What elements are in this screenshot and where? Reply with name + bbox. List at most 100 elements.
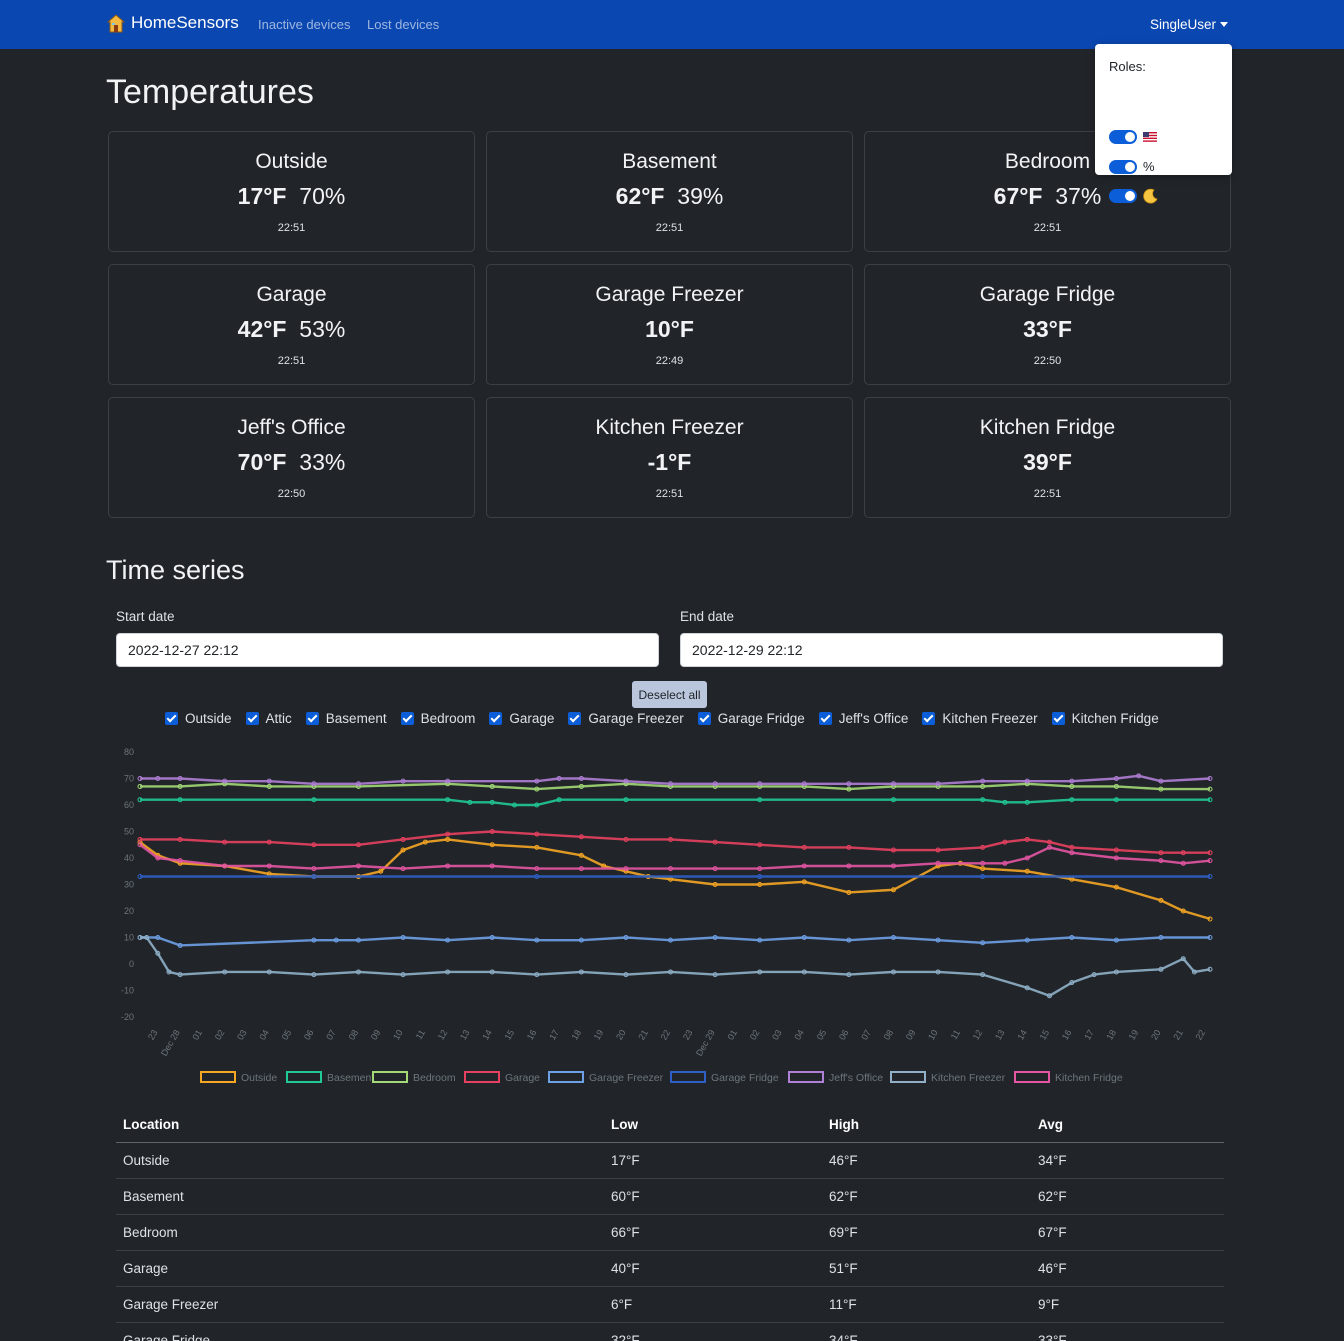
card-name: Jeff's Office — [237, 416, 346, 439]
checkbox-checked-icon[interactable] — [165, 712, 178, 725]
x-tick-label: 16 — [1060, 1028, 1074, 1042]
cell-low: 66°F — [604, 1214, 822, 1251]
sensor-card: Jeff's Office 70°F 33% 22:50 — [108, 397, 475, 518]
card-humidity: 70% — [299, 183, 346, 209]
checkbox-checked-icon[interactable] — [305, 712, 319, 725]
legend-swatch — [464, 1071, 500, 1083]
checkbox-checked-icon[interactable] — [922, 712, 936, 725]
card-name: Garage Fridge — [979, 283, 1116, 306]
cell-location: Garage Freezer — [116, 1286, 604, 1323]
card-temperature: 39°F — [1023, 449, 1072, 475]
checkbox-checked-icon[interactable] — [245, 712, 259, 725]
cell-high: 69°F — [822, 1214, 1031, 1251]
legend-label: Jeff's Office — [829, 1072, 883, 1084]
y-tick-label: 80 — [124, 747, 134, 757]
user-menu-toggle[interactable]: SingleUser — [1150, 17, 1229, 32]
legend-label: Outside — [241, 1072, 277, 1084]
checkbox-bedroom[interactable]: Bedroom — [400, 711, 475, 726]
x-tick-label: 19 — [1127, 1028, 1141, 1042]
sensor-card: Kitchen Freezer -1°F 22:51 — [486, 397, 853, 518]
x-tick-label: 07 — [859, 1028, 873, 1042]
y-tick-label: 0 — [129, 959, 134, 969]
checkbox-label: Garage — [509, 711, 555, 726]
legend-swatch — [372, 1071, 408, 1083]
column-header-avg: Avg — [1031, 1107, 1224, 1143]
end-date-input[interactable]: 2022-12-29 22:12 — [680, 633, 1223, 667]
checkbox-checked-icon[interactable] — [489, 712, 503, 725]
checkbox-garage-freezer[interactable]: Garage Freezer — [568, 711, 684, 726]
role-toggle-moon[interactable] — [1109, 189, 1137, 203]
checkbox-checked-icon[interactable] — [400, 712, 414, 725]
checkbox-outside[interactable]: Outside — [165, 711, 232, 726]
checkbox-garage[interactable]: Garage — [489, 711, 554, 726]
card-temperature: 70°F — [237, 449, 287, 475]
nav-lost-devices[interactable]: Lost devices — [367, 17, 439, 32]
checkbox-checked-icon[interactable] — [697, 712, 711, 725]
checkbox-garage-fridge[interactable]: Garage Fridge — [697, 711, 805, 726]
role-row-moon — [1109, 188, 1159, 204]
card-name: Basement — [622, 150, 717, 173]
y-tick-label: 10 — [124, 933, 134, 943]
column-header-high: High — [822, 1107, 1031, 1143]
role-toggle-percent[interactable] — [1109, 159, 1137, 174]
checkbox-attic[interactable]: Attic — [245, 711, 292, 726]
legend-label: Basement — [327, 1072, 374, 1084]
card-humidity: 37% — [1055, 183, 1102, 209]
y-tick-label: 70 — [124, 774, 134, 784]
start-date-label: Start date — [116, 609, 175, 624]
x-tick-label: 15 — [1038, 1028, 1052, 1042]
time-series-title: Time series — [106, 555, 245, 585]
sensor-card: Garage 42°F 53% 22:51 — [108, 264, 475, 385]
x-tick-label: 09 — [369, 1028, 383, 1042]
series-line — [140, 936, 1210, 947]
x-tick-label: 02 — [213, 1028, 227, 1042]
x-tick-label: 04 — [792, 1028, 806, 1042]
legend-swatch — [548, 1071, 584, 1083]
legend-label: Kitchen Freezer — [931, 1072, 1006, 1084]
role-row-flag — [1109, 130, 1157, 144]
checkbox-checked-icon[interactable] — [568, 712, 582, 725]
moon-icon — [1143, 188, 1158, 204]
checkbox-checked-icon[interactable] — [1051, 712, 1065, 725]
x-tick-label: 21 — [636, 1028, 650, 1042]
start-date-input[interactable]: 2022-12-27 22:12 — [116, 633, 659, 667]
card-time: 22:50 — [277, 488, 306, 500]
card-time: 22:50 — [1033, 355, 1062, 367]
y-tick-label: -10 — [121, 986, 134, 996]
sensor-card: Outside 17°F 70% 22:51 — [108, 131, 475, 252]
card-name: Garage — [256, 283, 327, 306]
card-humidity: 33% — [299, 449, 346, 475]
legend-swatch — [670, 1071, 706, 1083]
nav-inactive-devices[interactable]: Inactive devices — [258, 17, 351, 32]
card-temperature: 33°F — [1023, 316, 1072, 342]
legend-label: Kitchen Fridge — [1055, 1072, 1123, 1084]
x-tick-label: 06 — [302, 1028, 316, 1042]
checkbox-label: Garage Freezer — [588, 711, 684, 726]
brand-link[interactable]: HomeSensors — [107, 13, 239, 33]
checkbox-basement[interactable]: Basement — [305, 711, 387, 726]
role-toggle-flag[interactable] — [1109, 130, 1137, 144]
card-time: 22:51 — [655, 488, 684, 500]
legend-label: Garage Freezer — [589, 1072, 664, 1084]
checkbox-kitchen-freezer[interactable]: Kitchen Freezer — [922, 711, 1038, 726]
table-row: Garage Freezer 6°F 11°F 9°F — [116, 1286, 1224, 1323]
x-tick-label: 11 — [414, 1028, 427, 1041]
card-temperature: 10°F — [645, 316, 694, 342]
x-tick-label: 13 — [458, 1028, 472, 1042]
checkbox-checked-icon[interactable] — [818, 712, 832, 725]
cell-high: 51°F — [822, 1250, 1031, 1287]
checkbox-label: Attic — [265, 711, 292, 726]
x-tick-label: 01 — [190, 1028, 204, 1042]
series-line — [139, 843, 1211, 870]
checkbox-kitchen-fridge[interactable]: Kitchen Fridge — [1051, 711, 1159, 726]
us-flag-icon — [1143, 132, 1157, 142]
checkbox-jeffs-office[interactable]: Jeff's Office — [818, 711, 908, 726]
x-tick-label: 21 — [1171, 1028, 1185, 1042]
legend-swatch — [286, 1071, 322, 1083]
column-header-low: Low — [604, 1107, 822, 1143]
table-row: Outside 17°F 46°F 34°F — [116, 1142, 1224, 1179]
x-tick-label: 02 — [748, 1028, 762, 1042]
stats-table: Location Low High Avg Outside 17°F 46°F 34°… — [116, 1107, 1224, 1341]
deselect-all-button[interactable]: Deselect all — [632, 681, 707, 708]
card-name: Garage Freezer — [595, 283, 744, 306]
